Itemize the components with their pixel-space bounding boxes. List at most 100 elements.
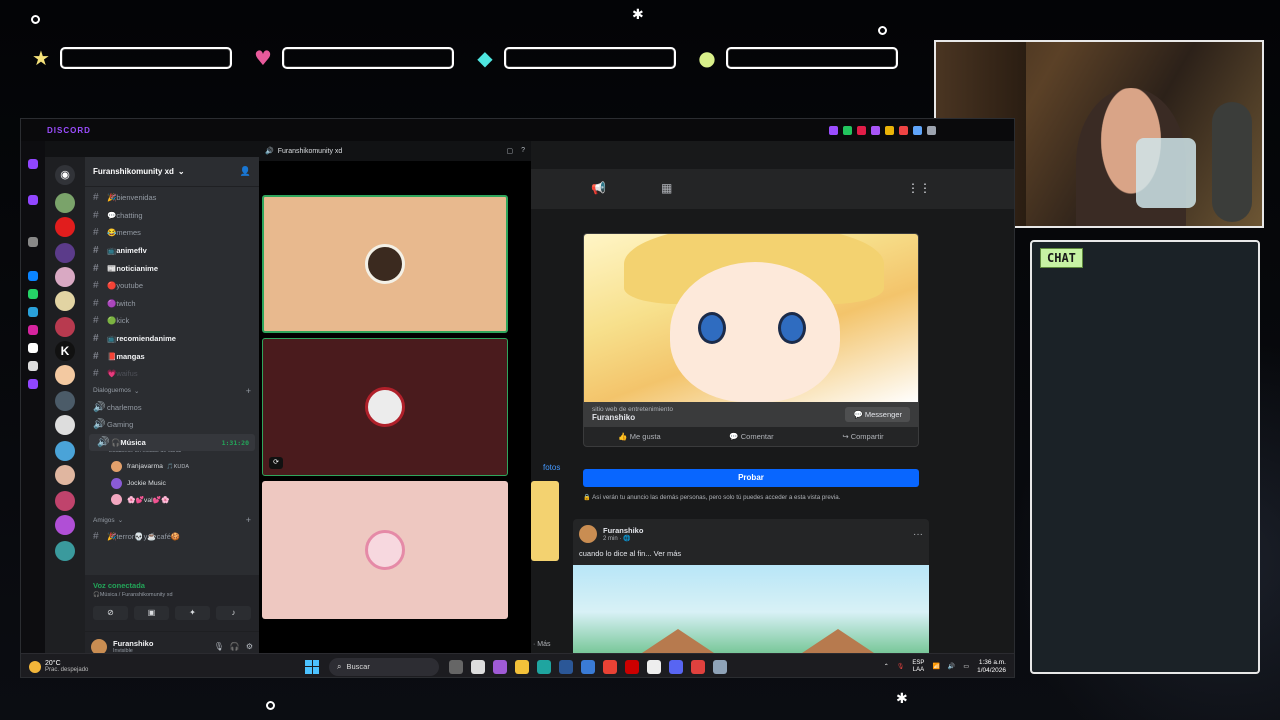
voice-connected-channel[interactable]: 🎧Música / Furanshikomunity xd (93, 592, 251, 598)
photos-icon[interactable] (581, 659, 595, 674)
server-icon[interactable] (55, 541, 75, 561)
more-link[interactable]: · Más (533, 641, 551, 648)
telegram-icon[interactable] (28, 307, 38, 317)
voice-channel-charlemos[interactable]: 🔊 charlemos (85, 399, 259, 417)
server-icon[interactable] (55, 491, 75, 511)
start-button[interactable] (305, 659, 319, 674)
comment-button[interactable]: 💬 Comentar (729, 432, 773, 441)
post-author[interactable]: Furanshiko (603, 526, 643, 535)
soundboard-button[interactable]: ♪ (216, 606, 251, 620)
extension-icon[interactable] (885, 125, 894, 135)
text-channel[interactable]: # 💗waifus (85, 365, 259, 383)
copilot-icon[interactable] (493, 659, 507, 674)
photo-thumbnail[interactable] (531, 481, 559, 561)
participant-tile[interactable]: ⟳ (262, 338, 508, 476)
server-icon[interactable] (55, 415, 75, 435)
text-channel[interactable]: # 🟣twitch (85, 295, 259, 313)
megaphone-icon[interactable]: 📢 (591, 181, 606, 195)
server-icon[interactable] (55, 193, 75, 213)
server-icon[interactable] (55, 267, 75, 287)
weather-widget[interactable]: 20°C Prac. despejado (21, 660, 141, 673)
server-icon[interactable] (55, 291, 75, 311)
share-button[interactable]: ↪ Compartir (842, 432, 883, 441)
server-icon[interactable] (55, 217, 75, 237)
post-text[interactable]: cuando lo dice al fin... Ver más (573, 549, 929, 558)
text-channel[interactable]: # 🔴youtube (85, 277, 259, 295)
participant-tile[interactable] (262, 195, 508, 333)
x-icon[interactable] (28, 361, 38, 371)
grid-menu-icon[interactable]: ⋮⋮ (907, 181, 931, 195)
capcut-icon[interactable] (647, 659, 661, 674)
server-icon[interactable] (55, 317, 75, 337)
gear-icon[interactable]: ⚙ (246, 642, 253, 651)
post-image[interactable] (573, 565, 929, 659)
extension-icon[interactable] (843, 125, 852, 135)
popout-icon[interactable]: ▢ (506, 147, 513, 155)
extension-icon[interactable] (857, 125, 866, 135)
text-channel[interactable]: # 📺animeflv (85, 242, 259, 260)
settings-icon[interactable] (28, 237, 38, 247)
add-channel-icon[interactable]: + (246, 515, 251, 525)
voice-member[interactable]: Jockie Music (85, 475, 259, 492)
server-icon[interactable]: K (55, 341, 75, 361)
extension-icon[interactable] (927, 125, 936, 135)
text-channel[interactable]: # 😂memes (85, 224, 259, 242)
server-icon[interactable] (55, 243, 75, 263)
file-explorer-icon[interactable] (515, 659, 529, 674)
voice-channel-gaming[interactable]: 🔊 Gaming (85, 416, 259, 434)
voice-member[interactable]: franjavarma 🎵KUDA (85, 458, 259, 475)
post-time[interactable]: 2 min · 🌐 (603, 535, 643, 542)
battery-icon[interactable]: ▭ (963, 663, 969, 670)
store-icon[interactable] (471, 659, 485, 674)
edge-icon[interactable] (537, 659, 551, 674)
clock[interactable]: 1:36 a.m. 1/04/2026 (977, 659, 1006, 674)
chrome-icon[interactable] (603, 659, 617, 674)
messenger-icon[interactable] (28, 271, 38, 281)
twitch-icon[interactable] (28, 159, 38, 169)
whatsapp-icon[interactable] (28, 289, 38, 299)
headphones-icon[interactable]: 🎧 (230, 642, 240, 651)
obs-icon[interactable] (669, 659, 683, 674)
word-icon[interactable] (559, 659, 573, 674)
text-channel[interactable]: # 📰noticianime (85, 259, 259, 277)
extension-icon[interactable] (913, 125, 922, 135)
screen-share-button[interactable]: ▣ (134, 606, 169, 620)
taskbar-search[interactable]: ⌕ Buscar (329, 657, 439, 676)
text-channel[interactable]: # 🎉bienvenidas (85, 189, 259, 207)
voice-channel-musica[interactable]: 🔊 🎧Música 1:31:20 (89, 433, 255, 452)
chevron-up-icon[interactable]: ⌃ (884, 663, 889, 670)
server-icon[interactable] (55, 515, 75, 535)
server-icon[interactable] (55, 365, 75, 385)
extension-icon[interactable] (899, 125, 908, 135)
microphone-icon[interactable]: 🎙 (897, 663, 905, 670)
wifi-icon[interactable]: 📶 (932, 663, 939, 670)
category-dialoguemos[interactable]: Dialoguemos ⌄ + (85, 383, 259, 399)
text-channel[interactable]: # 🟢kick (85, 312, 259, 330)
text-channel[interactable]: # 💬chatting (85, 207, 259, 225)
photos-link[interactable]: fotos (543, 463, 560, 472)
participant-tile[interactable] (262, 481, 508, 619)
text-channel[interactable]: # 📕mangas (85, 347, 259, 365)
server-icon[interactable] (55, 441, 75, 461)
language-indicator[interactable]: ESP LAA (912, 660, 924, 673)
opera-icon[interactable] (625, 659, 639, 674)
add-channel-icon[interactable]: + (246, 386, 251, 396)
stream-icon[interactable]: ⟳ (269, 457, 283, 469)
user-info[interactable]: Furanshiko Invisible (113, 639, 153, 654)
more-options-icon[interactable]: ··· (913, 529, 923, 540)
microphone-icon[interactable]: 🎙 (214, 642, 224, 651)
server-header[interactable]: Furanshikomunity xd ⌄ 👤 (85, 157, 259, 187)
like-button[interactable]: 👍 Me gusta (618, 432, 660, 441)
discord-icon[interactable] (691, 659, 705, 674)
extension-icon[interactable] (829, 125, 838, 135)
task-view-icon[interactable] (449, 659, 463, 674)
messenger-button[interactable]: 💬 Messenger (845, 407, 910, 422)
marketplace-icon[interactable]: ▦ (661, 181, 672, 195)
discord-home-icon[interactable]: ◉ (55, 165, 75, 185)
instagram-icon[interactable] (28, 325, 38, 335)
settings-icon[interactable] (713, 659, 727, 674)
add-user-icon[interactable]: 👤 (240, 166, 251, 177)
help-icon[interactable]: ? (521, 147, 525, 155)
post-avatar[interactable] (579, 525, 597, 543)
discord-icon[interactable] (28, 379, 38, 389)
